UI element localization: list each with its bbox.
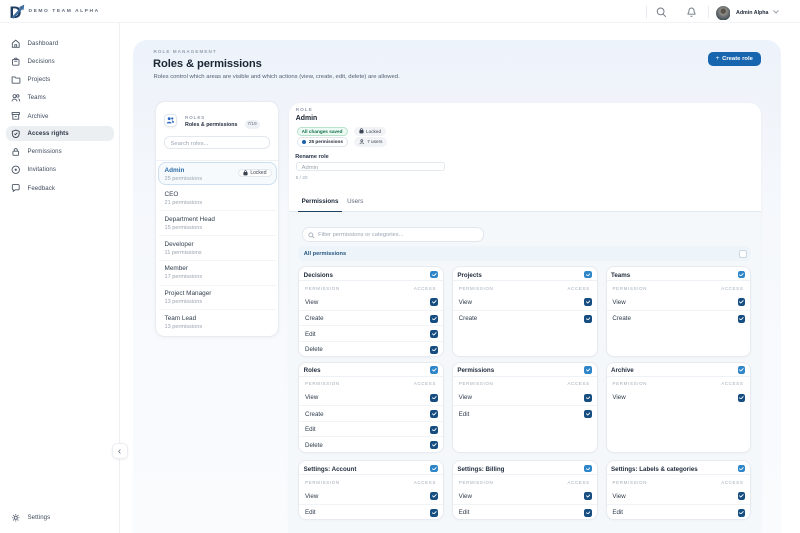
- svg-text:D: D: [10, 4, 22, 21]
